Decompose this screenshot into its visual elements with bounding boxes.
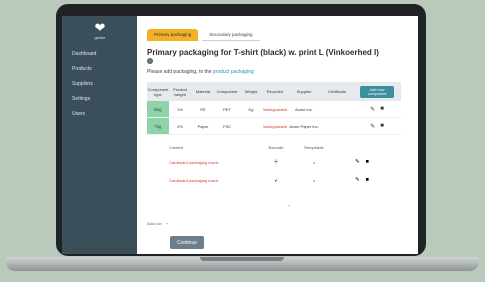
logo: ❤ gentle — [84, 21, 116, 47]
row-unit — [239, 118, 263, 134]
plus-icon[interactable]: + — [166, 221, 168, 226]
header-material: Material — [195, 89, 211, 94]
row-recycled: Biodegradable — [263, 123, 287, 129]
subtable-row[interactable]: Cardboard packaging insert ⦿ • ✎ ■ — [169, 155, 369, 169]
page-title: Primary packaging for T-shirt (black) w.… — [147, 48, 379, 57]
row-action-icons: ✎ ■ — [370, 106, 384, 113]
row-actions: ✎ ■ — [353, 118, 401, 134]
table-header: Component type Product weight Material C… — [147, 82, 401, 101]
sidebar-item-products[interactable]: Products — [72, 67, 96, 72]
continue-button[interactable]: Continue — [170, 236, 204, 249]
add-component-button[interactable]: Add new component — [360, 85, 394, 98]
row-supplier: Acme Paper Inc. — [289, 123, 319, 129]
subrow-barcode: ✔ — [274, 177, 278, 183]
delete-icon[interactable]: ■ — [366, 177, 369, 183]
tab-secondary-packaging[interactable]: Secondary packaging — [202, 29, 260, 41]
app-screen: ❤ gentle Dashboard Products Suppliers Se… — [62, 16, 418, 254]
packaging-table: Component type Product weight Material C… — [147, 82, 401, 135]
subrow-actions: ✎ ■ — [337, 159, 369, 165]
row-component: PET — [223, 106, 231, 112]
logo-text: gentle — [94, 35, 106, 40]
subrow-barcode: ⦿ — [274, 159, 278, 164]
delete-icon[interactable]: ■ — [380, 123, 384, 130]
logo-heart-icon: ❤ — [94, 20, 106, 35]
subtable-row[interactable]: Cardboard packaging insert ✔ • ✎ ■ — [169, 173, 369, 187]
header-certificate: Certificate — [327, 89, 346, 94]
header-product-weight: Product weight — [173, 86, 187, 97]
subrow-content: Cardboard packaging insert — [169, 159, 219, 165]
subheader-content: Content — [169, 144, 184, 150]
info-icon[interactable]: i — [147, 58, 153, 64]
table-row[interactable]: Tag 2% Paper FSC Biodegradable Acme Pape… — [147, 118, 401, 135]
sidebar-item-suppliers[interactable]: Suppliers — [72, 82, 96, 87]
row-component: FSC — [223, 123, 231, 129]
laptop-base-groove — [200, 257, 284, 261]
row-weight: 2% — [177, 123, 183, 129]
row-recycled: Biodegradable — [263, 106, 287, 112]
table-row[interactable]: Bag 1% PE PET Kg Biodegradable Acme Inc.… — [147, 101, 401, 118]
row-material: Paper — [197, 123, 209, 129]
row-material: PE — [200, 106, 206, 112]
delete-icon[interactable]: ■ — [380, 106, 384, 113]
row-supplier: Acme Inc. — [295, 106, 313, 112]
tab-primary-packaging[interactable]: Primary packaging — [147, 29, 199, 41]
header-component-type: Component type — [147, 86, 169, 97]
row-type: Tag — [147, 118, 169, 134]
add-row[interactable]: Add row + — [147, 221, 168, 226]
row-certificate — [321, 118, 353, 134]
row-action-icons: ✎ ■ — [370, 123, 384, 130]
row-unit: Kg — [248, 106, 254, 112]
header-actions: Add new component — [353, 82, 401, 101]
subtitle-text: Please add packaging, to the — [147, 69, 213, 75]
edit-icon[interactable]: ✎ — [355, 177, 360, 183]
header-recycled: Recycled — [266, 89, 284, 94]
sidebar-item-dashboard[interactable]: Dashboard — [72, 52, 96, 57]
page-subtitle: Please add packaging, to the product pac… — [147, 69, 254, 75]
add-row-label: Add row — [147, 221, 162, 226]
edit-icon[interactable]: ✎ — [355, 159, 360, 165]
subheader-barcode: Barcode — [268, 144, 284, 150]
delete-icon[interactable]: ■ — [366, 159, 369, 165]
header-component: Component — [216, 89, 238, 94]
edit-icon[interactable]: ✎ — [370, 106, 375, 113]
subtitle-link[interactable]: product packaging — [213, 69, 254, 75]
subtable-add-icon[interactable]: + — [288, 203, 290, 208]
main-content: Primary packaging Secondary packaging Pr… — [137, 16, 418, 254]
subrow-recyclable: • — [313, 159, 315, 165]
header-supplier: Supplier — [296, 89, 312, 94]
header-weight: Weight — [244, 89, 258, 94]
sidebar-nav: Dashboard Products Suppliers Settings Us… — [72, 52, 96, 127]
subtable-header: Content Barcode Recyclable — [169, 143, 369, 151]
edit-icon[interactable]: ✎ — [370, 123, 375, 130]
row-type: Bag — [147, 101, 169, 117]
sidebar: ❤ gentle Dashboard Products Suppliers Se… — [62, 16, 137, 254]
tab-bar: Primary packaging Secondary packaging — [147, 29, 260, 41]
subrow-recyclable: • — [313, 177, 315, 183]
subrow-content: Cardboard packaging insert — [169, 177, 219, 183]
subrow-actions: ✎ ■ — [337, 177, 369, 183]
row-certificate — [321, 101, 353, 117]
row-weight: 1% — [177, 106, 183, 112]
subheader-recyclable: Recyclable — [304, 144, 324, 150]
sidebar-item-settings[interactable]: Settings — [72, 97, 96, 102]
sidebar-item-users[interactable]: Users — [72, 112, 96, 117]
row-actions: ✎ ■ — [353, 101, 401, 117]
